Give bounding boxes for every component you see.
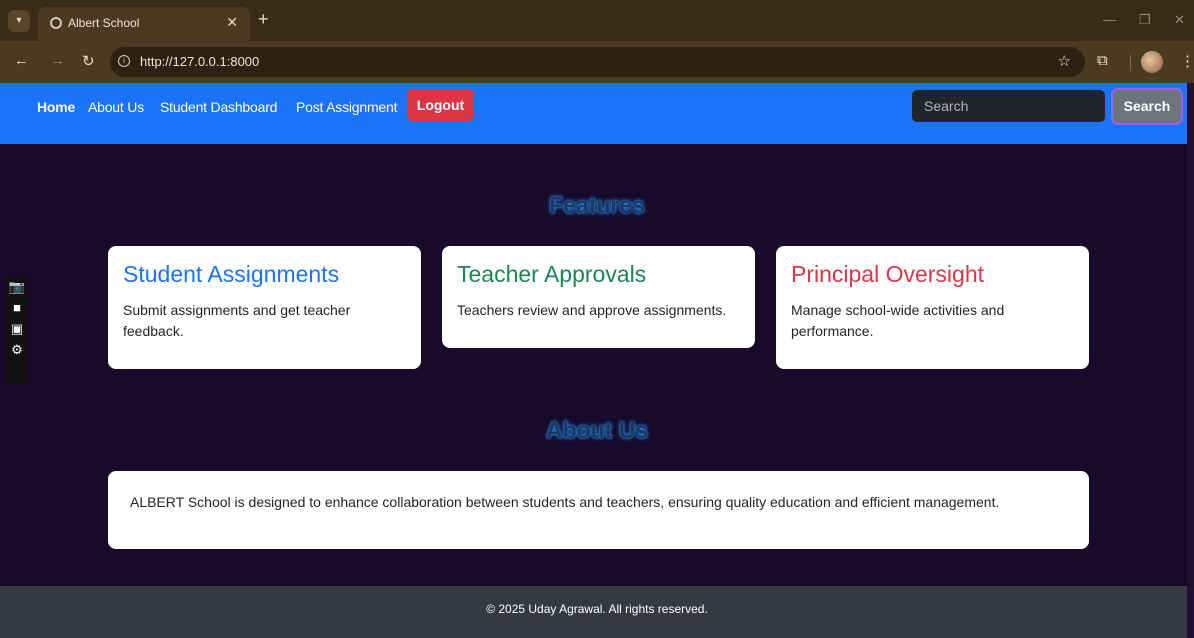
url-field[interactable]: i http://127.0.0.1:8000 ☆ — [110, 47, 1085, 77]
tab-title: Albert School — [68, 16, 140, 30]
address-bar: ← → ↻ i http://127.0.0.1:8000 ☆ ⧉ ⋮ — [0, 41, 1194, 83]
close-window-icon[interactable]: ✕ — [1174, 12, 1185, 28]
toolbar-divider — [1130, 55, 1131, 71]
card-title: Student Assignments — [123, 261, 340, 287]
video-icon[interactable]: ■ — [6, 297, 28, 318]
feature-card-student: Student Assignments Submit assignments a… — [108, 246, 421, 369]
card-text: Teachers review and approve assignments. — [457, 302, 727, 318]
star-icon[interactable]: ☆ — [1058, 52, 1071, 70]
logout-button[interactable]: Logout — [407, 89, 474, 121]
search-button[interactable]: Search — [1113, 90, 1181, 123]
about-heading: About Us — [545, 417, 649, 443]
card-title: Principal Oversight — [791, 261, 985, 287]
window-icon[interactable]: ▣ — [6, 318, 28, 339]
info-icon[interactable]: i — [118, 55, 130, 67]
search-input[interactable]: Search — [912, 90, 1105, 122]
card-title: Teacher Approvals — [457, 261, 647, 287]
close-icon[interactable]: ✕ — [226, 14, 238, 31]
chevron-down-icon[interactable]: ▾ — [8, 10, 30, 32]
url-text[interactable]: http://127.0.0.1:8000 — [140, 54, 259, 69]
site-navbar: Home About Us Student Dashboard Post Ass… — [0, 83, 1194, 144]
feature-card-teacher: Teacher Approvals Teachers review and ap… — [442, 246, 755, 348]
side-toolbar: 📷 ■ ▣ ⚙ — [6, 276, 28, 384]
feature-card-principal: Principal Oversight Manage school-wide a… — [776, 246, 1089, 369]
nav-about-us[interactable]: About Us — [88, 99, 144, 115]
minimize-icon[interactable]: — — [1103, 12, 1116, 27]
plus-icon[interactable]: + — [258, 9, 269, 30]
settings-icon[interactable]: ⚙ — [6, 339, 28, 360]
nav-post-assignment[interactable]: Post Assignment — [296, 99, 397, 115]
puzzle-icon[interactable]: ⧉ — [1097, 52, 1108, 69]
card-text: Submit assignments and get teacher feedb… — [123, 302, 351, 339]
features-heading: Features — [549, 192, 645, 218]
site-footer: © 2025 Uday Agrawal. All rights reserved… — [0, 586, 1194, 638]
nav-student-dashboard[interactable]: Student Dashboard — [160, 99, 277, 115]
about-text: ALBERT School is designed to enhance col… — [130, 494, 1000, 510]
browser-tab-bar: ▾ Albert School ✕ + — ❐ ✕ — [0, 0, 1194, 41]
arrow-left-icon[interactable]: ← — [14, 52, 29, 69]
about-card: ALBERT School is designed to enhance col… — [108, 471, 1089, 549]
camera-icon[interactable]: 📷 — [6, 276, 28, 297]
arrow-right-icon[interactable]: → — [50, 52, 65, 69]
reload-icon[interactable]: ↻ — [82, 52, 95, 70]
kebab-icon[interactable]: ⋮ — [1180, 52, 1194, 70]
avatar-icon[interactable] — [1141, 51, 1163, 73]
restore-icon[interactable]: ❐ — [1139, 12, 1151, 28]
globe-icon — [50, 17, 62, 29]
card-text: Manage school-wide activities and perfor… — [791, 302, 1005, 339]
nav-home[interactable]: Home — [37, 99, 75, 115]
scrollbar[interactable] — [1187, 83, 1194, 638]
browser-tab[interactable]: Albert School ✕ — [38, 7, 250, 41]
